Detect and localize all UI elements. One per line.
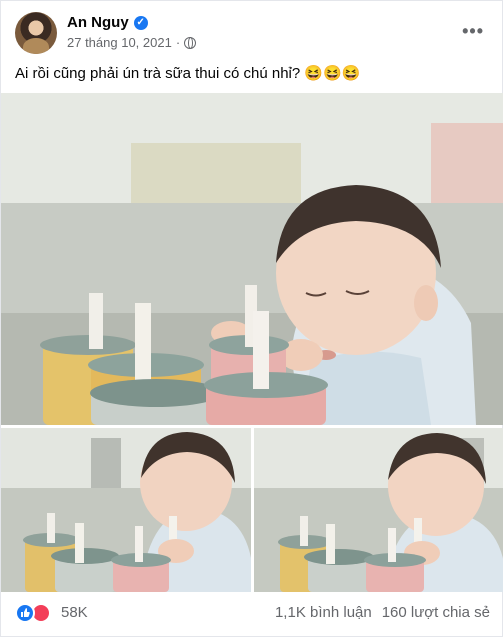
post-photo-main[interactable] bbox=[1, 93, 503, 425]
more-options-button[interactable]: ••• bbox=[462, 21, 484, 42]
globe-icon[interactable] bbox=[184, 36, 197, 49]
comment-count-link[interactable]: 1,1K bình luận bbox=[275, 604, 372, 621]
post-photo-2[interactable] bbox=[1, 428, 251, 592]
post-photo-3[interactable] bbox=[254, 428, 503, 592]
post-meta: 27 tháng 10, 2021 · bbox=[67, 35, 197, 50]
engagement-stats: 1,1K bình luận 160 lượt chia sẻ bbox=[275, 604, 490, 621]
post-caption: Ai rồi cũng phải ún trà sữa thui có chú … bbox=[15, 65, 361, 82]
author-avatar[interactable] bbox=[15, 12, 57, 54]
post-date[interactable]: 27 tháng 10, 2021 bbox=[67, 35, 172, 50]
reaction-icons[interactable] bbox=[15, 603, 55, 623]
meta-separator: · bbox=[175, 35, 181, 50]
post-card: An Nguy ✓ 27 tháng 10, 2021 · ••• Ai rồi… bbox=[0, 0, 503, 637]
photo-3-illustration bbox=[254, 428, 503, 592]
share-count-link[interactable]: 160 lượt chia sẻ bbox=[382, 604, 490, 621]
post-header: An Nguy ✓ 27 tháng 10, 2021 · ••• bbox=[15, 11, 490, 57]
verified-badge-icon: ✓ bbox=[133, 15, 148, 30]
photo-2-illustration bbox=[1, 428, 251, 592]
photo-main-illustration bbox=[1, 93, 503, 425]
author-row: An Nguy ✓ bbox=[67, 14, 148, 31]
reaction-count[interactable]: 58K bbox=[61, 604, 88, 621]
author-name[interactable]: An Nguy bbox=[67, 14, 129, 31]
reactions-bar: 58K 1,1K bình luận 160 lượt chia sẻ bbox=[15, 599, 490, 627]
like-reaction-icon bbox=[15, 603, 35, 623]
